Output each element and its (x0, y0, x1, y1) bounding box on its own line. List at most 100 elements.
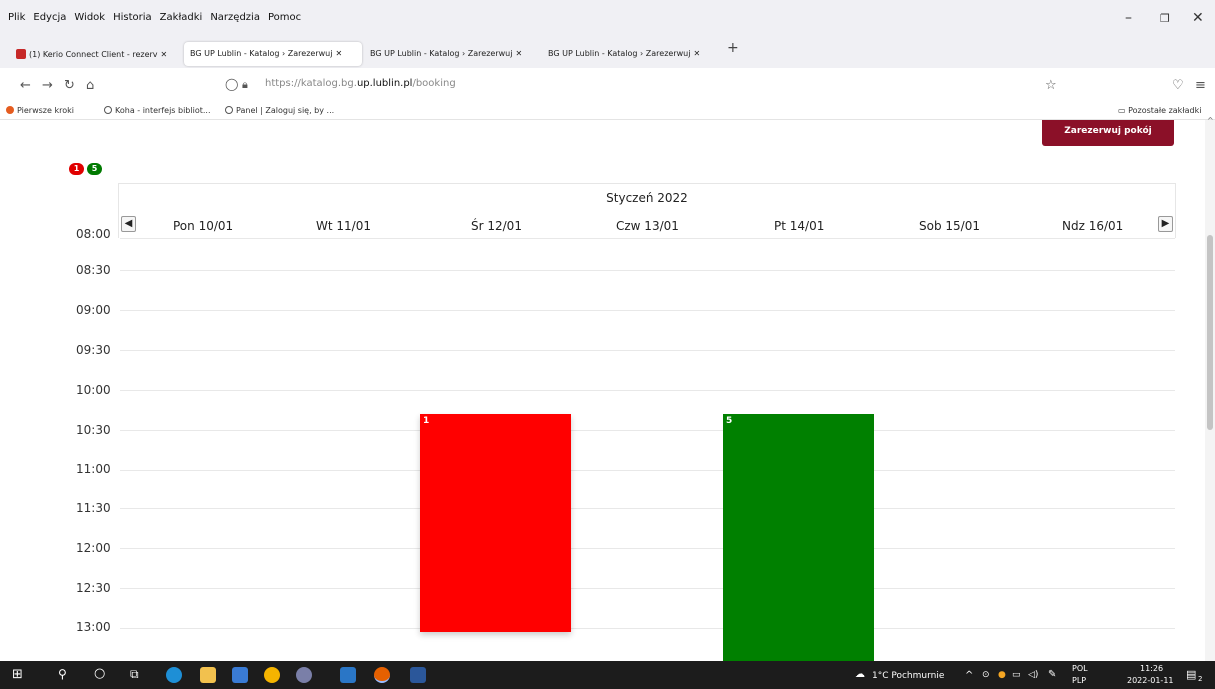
menu-edit[interactable]: Edycja (33, 12, 66, 23)
time-label: 11:30 (76, 501, 111, 515)
page-scrollbar[interactable]: ^ (1205, 116, 1215, 661)
home-icon[interactable]: ⌂ (86, 78, 94, 93)
time-label: 10:30 (76, 423, 111, 437)
grid-line (120, 470, 1175, 471)
tab-booking-3[interactable]: BG UP Lublin - Katalog › Zarezerwuj ✕ (542, 42, 720, 66)
tab-label: BG UP Lublin - Katalog › Zarezerwuj (190, 49, 333, 58)
menu-tools[interactable]: Narzędzia (210, 12, 260, 23)
tab-close-icon[interactable]: ✕ (693, 49, 700, 58)
booking-event-1[interactable]: 1 (420, 414, 571, 632)
calendar-header: Styczeń 2022 ◀ Pon 10/01 Wt 11/01 Śr 12/… (118, 183, 1176, 238)
day-wed: Śr 12/01 (471, 219, 522, 233)
tray-chevron-up-icon[interactable]: ^ (965, 670, 973, 681)
next-week-arrow-icon[interactable]: ▶ (1158, 216, 1173, 232)
booking-page: Zarezerwuj pokój 1 5 Styczeń 2022 ◀ Pon … (0, 120, 1205, 661)
weather-text[interactable]: 1°C Pochmurnie (872, 671, 944, 681)
new-tab-plus-icon[interactable]: + (727, 40, 739, 56)
time-label: 08:30 (76, 263, 111, 277)
restore-icon[interactable]: ❐ (1160, 12, 1170, 25)
firefox-taskbar-icon[interactable] (374, 667, 390, 683)
app-globe-icon[interactable] (296, 667, 312, 683)
day-mon: Pon 10/01 (173, 219, 234, 233)
minimize-icon[interactable]: – (1125, 10, 1132, 26)
back-arrow-icon[interactable]: ← (20, 78, 31, 93)
shield-icon[interactable]: ◯ (225, 77, 238, 91)
tray-volume-icon[interactable]: ◁) (1028, 670, 1038, 680)
grid-line (120, 350, 1175, 351)
reload-icon[interactable]: ↻ (64, 78, 75, 93)
taskbar: ⊞ ⚲ ○ ⧉ ☁ 1°C Pochmurnie ^ ⊙ ● ▭ ◁) ✎ PO… (0, 661, 1215, 689)
time-label: 10:00 (76, 383, 111, 397)
menu-help[interactable]: Pomoc (268, 12, 301, 23)
cortana-icon[interactable]: ○ (94, 666, 105, 681)
bookmark-panel[interactable]: Panel | Zaloguj się, by ... (225, 106, 334, 115)
booking-event-5[interactable]: 5 (723, 414, 874, 661)
scroll-up-icon[interactable]: ^ (1207, 116, 1214, 125)
bookmark-koha[interactable]: Koha - interfejs bibliot... (104, 106, 210, 115)
store-icon[interactable] (232, 667, 248, 683)
bookmarks-bar: Pierwsze kroki Koha - interfejs bibliot.… (0, 102, 1215, 120)
time-label: 12:30 (76, 581, 111, 595)
legend-badge-1: 1 (69, 163, 84, 175)
grid-line (120, 628, 1175, 629)
file-explorer-icon[interactable] (200, 667, 216, 683)
mail-icon[interactable] (340, 667, 356, 683)
notification-icon[interactable]: ▤ (1186, 668, 1196, 681)
close-window-icon[interactable]: ✕ (1192, 10, 1204, 26)
scrollbar-thumb[interactable] (1207, 235, 1213, 430)
grid-line (120, 508, 1175, 509)
calendar-icon (16, 49, 26, 59)
cloud-icon: ☁ (855, 669, 865, 680)
windows-start-icon[interactable]: ⊞ (12, 667, 23, 682)
menu-file[interactable]: Plik (8, 12, 25, 23)
url-domain: up.lublin.pl (356, 78, 413, 89)
task-view-icon[interactable]: ⧉ (130, 667, 139, 682)
day-tue: Wt 11/01 (316, 219, 371, 233)
tray-mic-icon[interactable]: ⊙ (982, 670, 990, 680)
menu-history[interactable]: Historia (113, 12, 152, 23)
grid-line (120, 588, 1175, 589)
bookmark-label: Panel | Zaloguj się, by ... (236, 106, 335, 115)
url-field[interactable]: https://katalog.bg.up.lublin.pl/booking (265, 78, 456, 89)
other-bookmarks[interactable]: ▭ Pozostałe zakładki (1118, 106, 1201, 115)
time-label: 12:00 (76, 541, 111, 555)
menu-bookmarks[interactable]: Zakładki (160, 12, 203, 23)
tab-booking-active[interactable]: BG UP Lublin - Katalog › Zarezerwuj ✕ (184, 42, 362, 66)
tab-bar: (1) Kerio Connect Client - rezerv ✕ BG UP… (0, 38, 1215, 68)
tab-kerio[interactable]: (1) Kerio Connect Client - rezerv ✕ (10, 42, 180, 66)
bookmark-first-steps[interactable]: Pierwsze kroki (6, 106, 74, 115)
other-bookmarks-label: Pozostałe zakładki (1128, 106, 1202, 115)
app-sun-icon[interactable] (264, 667, 280, 683)
tray-app-icon[interactable]: ● (998, 670, 1006, 680)
globe-icon (104, 106, 112, 114)
grid-line (120, 390, 1175, 391)
lang-bottom[interactable]: PLP (1072, 676, 1086, 685)
clock-time[interactable]: 11:26 (1140, 664, 1163, 673)
tab-booking-2[interactable]: BG UP Lublin - Katalog › Zarezerwuj ✕ (364, 42, 542, 66)
tray-pen-icon[interactable]: ✎ (1048, 669, 1056, 680)
clock-date[interactable]: 2022-01-11 (1127, 676, 1174, 685)
tab-close-icon[interactable]: ✕ (161, 50, 168, 59)
hamburger-menu-icon[interactable]: ≡ (1195, 78, 1206, 93)
word-icon[interactable] (410, 667, 426, 683)
tab-close-icon[interactable]: ✕ (335, 49, 342, 58)
tab-label: (1) Kerio Connect Client - rezerv (29, 50, 158, 59)
edge-icon[interactable] (166, 667, 182, 683)
day-fri: Pt 14/01 (774, 219, 825, 233)
lang-top[interactable]: POL (1072, 664, 1088, 673)
star-icon[interactable]: ☆ (1045, 78, 1057, 93)
tray-network-icon[interactable]: ▭ (1012, 670, 1021, 680)
prev-week-arrow-icon[interactable]: ◀ (121, 216, 136, 232)
bookmark-label: Koha - interfejs bibliot... (115, 106, 211, 115)
menu-items: Plik Edycja Widok Historia Zakładki Narz… (8, 12, 301, 23)
menu-view[interactable]: Widok (74, 12, 105, 23)
url-prefix: https://katalog.bg. (265, 78, 357, 89)
forward-arrow-icon[interactable]: → (42, 78, 53, 93)
url-path: /booking (412, 78, 456, 89)
grid-line (120, 310, 1175, 311)
reserve-room-button[interactable]: Zarezerwuj pokój (1042, 120, 1174, 146)
tab-close-icon[interactable]: ✕ (515, 49, 522, 58)
search-icon[interactable]: ⚲ (58, 667, 67, 681)
lock-icon[interactable]: 🔒︎ (242, 78, 248, 92)
pocket-icon[interactable]: ♡ (1172, 78, 1184, 93)
